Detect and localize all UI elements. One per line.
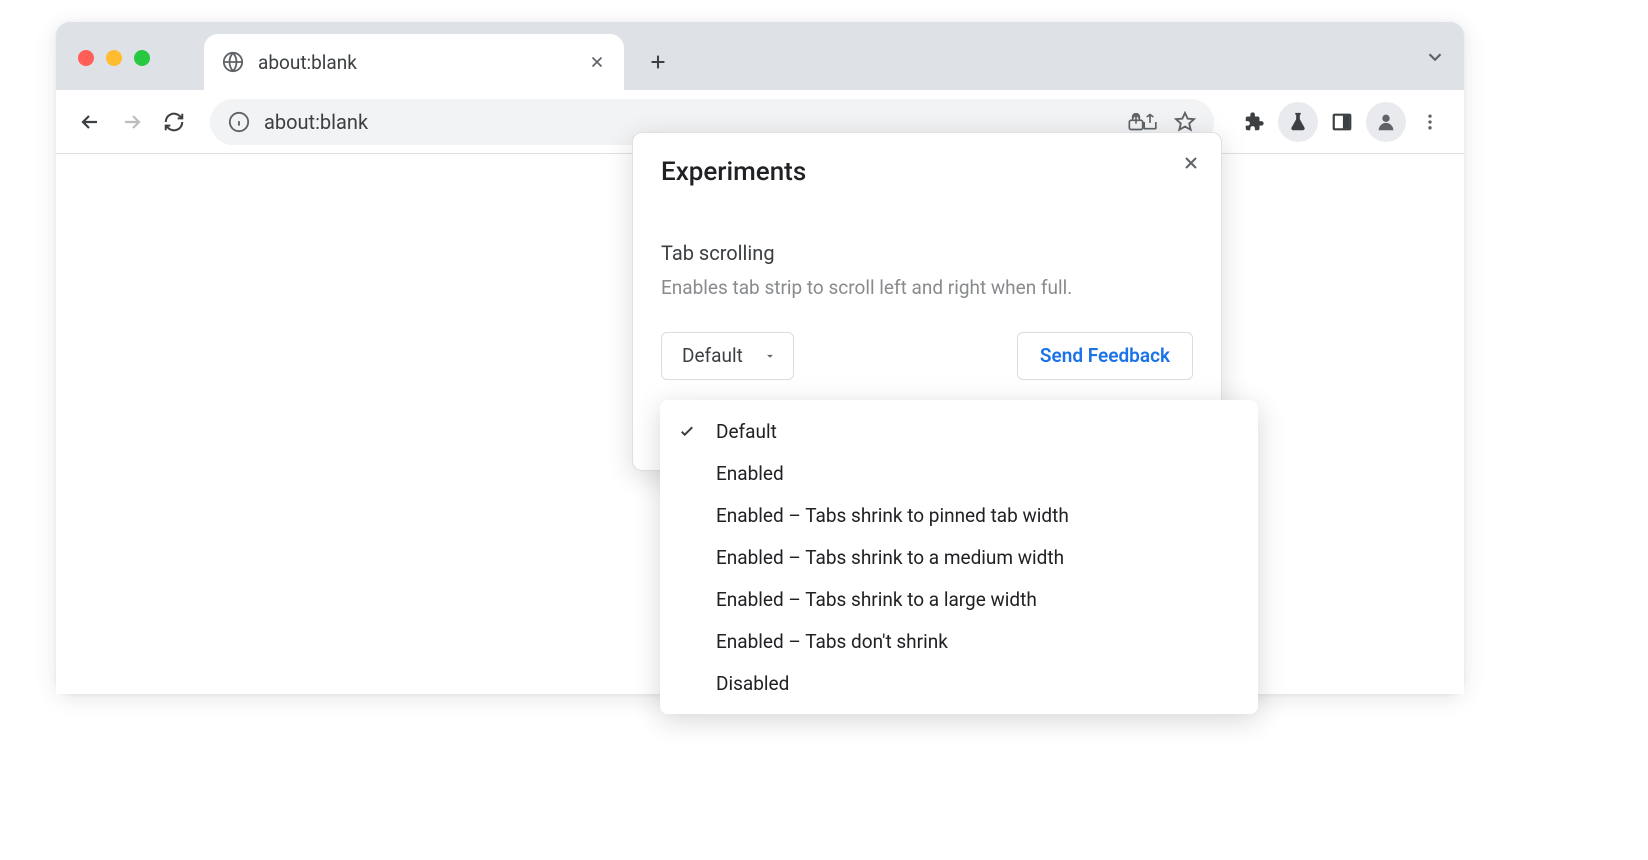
send-feedback-button[interactable]: Send Feedback	[1017, 332, 1193, 380]
flag-select[interactable]: Default	[661, 332, 794, 380]
dropdown-option[interactable]: Enabled – Tabs shrink to a medium width	[660, 536, 1258, 578]
profile-button[interactable]	[1366, 102, 1406, 142]
toolbar-right	[1234, 102, 1450, 142]
bookmark-star-icon[interactable]	[1174, 111, 1196, 133]
url-text: about:blank	[264, 110, 1112, 134]
check-icon	[678, 422, 716, 440]
experiments-button[interactable]	[1278, 102, 1318, 142]
caret-down-icon	[763, 349, 777, 363]
dropdown-option-label: Enabled – Tabs shrink to a medium width	[716, 546, 1240, 569]
dropdown-option-label: Enabled – Tabs don't shrink	[716, 630, 1240, 653]
new-tab-button[interactable]	[638, 42, 678, 82]
globe-icon	[222, 51, 244, 73]
dropdown-option[interactable]: Enabled – Tabs shrink to pinned tab widt…	[660, 494, 1258, 536]
active-tab[interactable]: about:blank	[204, 34, 624, 90]
dropdown-option[interactable]: Enabled	[660, 452, 1258, 494]
dropdown-option-label: Default	[716, 420, 1240, 443]
dropdown-option[interactable]: Enabled – Tabs don't shrink	[660, 620, 1258, 662]
dropdown-option-label: Enabled	[716, 462, 1240, 485]
reload-button[interactable]	[154, 102, 194, 142]
dropdown-option-label: Enabled – Tabs shrink to a large width	[716, 588, 1240, 611]
dropdown-option[interactable]: Disabled	[660, 662, 1258, 704]
dropdown-option[interactable]: Default	[660, 410, 1258, 452]
side-panel-button[interactable]	[1322, 102, 1362, 142]
flag-description: Enables tab strip to scroll left and rig…	[661, 275, 1193, 302]
tabs-dropdown-button[interactable]	[1424, 46, 1446, 68]
tab-close-button[interactable]	[588, 53, 606, 71]
dropdown-option-label: Disabled	[716, 672, 1240, 695]
window-close-button[interactable]	[78, 50, 94, 66]
flag-options-dropdown: Default Enabled Enabled – Tabs shrink to p…	[660, 400, 1258, 714]
forward-button[interactable]	[112, 102, 152, 142]
dropdown-option-label: Enabled – Tabs shrink to pinned tab widt…	[716, 504, 1240, 527]
window-minimize-button[interactable]	[106, 50, 122, 66]
flag-name: Tab scrolling	[661, 241, 1193, 265]
site-info-icon[interactable]	[228, 111, 250, 133]
window-maximize-button[interactable]	[134, 50, 150, 66]
popup-title: Experiments	[661, 157, 1193, 187]
dropdown-option[interactable]: Enabled – Tabs shrink to a large width	[660, 578, 1258, 620]
popup-close-button[interactable]	[1175, 147, 1207, 179]
tab-strip: about:blank	[56, 22, 1464, 90]
share-button-icon[interactable]	[1140, 111, 1160, 133]
flag-select-value: Default	[682, 344, 743, 367]
window-controls	[78, 50, 150, 66]
menu-button[interactable]	[1410, 102, 1450, 142]
send-feedback-label: Send Feedback	[1040, 344, 1170, 367]
extensions-button[interactable]	[1234, 102, 1274, 142]
back-button[interactable]	[70, 102, 110, 142]
tab-title: about:blank	[258, 51, 588, 74]
